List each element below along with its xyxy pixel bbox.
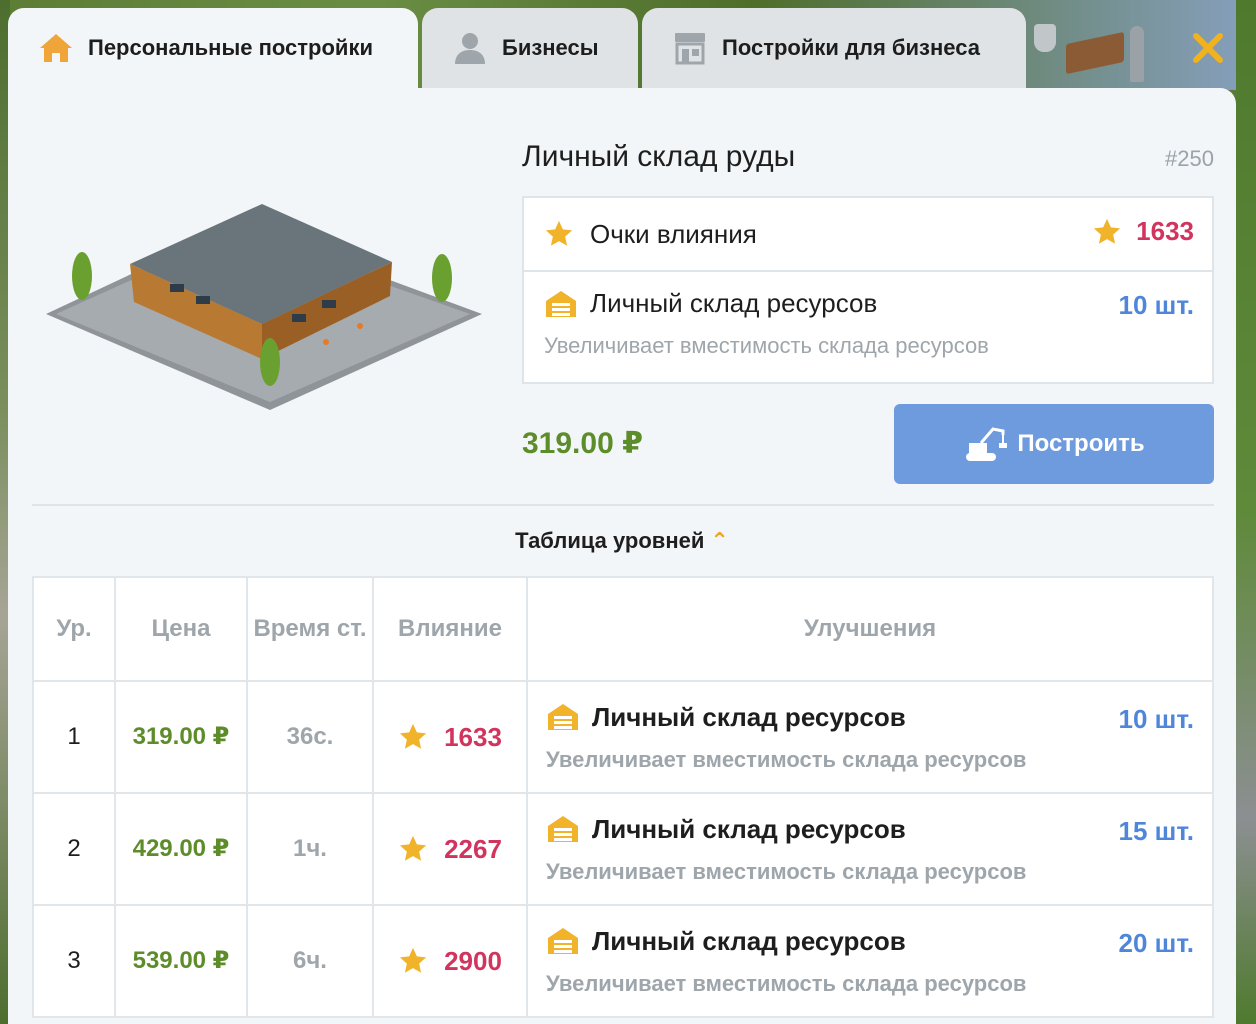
build-button[interactable]: Построить <box>894 404 1214 484</box>
row-time: 1ч. <box>246 792 374 906</box>
table-header-row: Ур. Цена Время ст. Влияние Улучшения <box>32 576 1214 682</box>
row-level: 1 <box>32 680 116 794</box>
tab-business-buildings[interactable]: Постройки для бизнеса <box>642 8 1026 88</box>
upgrade-desc: Увеличивает вместимость склада ресурсов <box>546 746 1027 772</box>
close-icon <box>1193 33 1223 63</box>
warehouse-icon <box>548 816 578 842</box>
influence-row: Очки влияния 1633 <box>524 198 1212 272</box>
influence-label: Очки влияния <box>590 218 757 249</box>
close-button[interactable] <box>1188 28 1228 68</box>
person-icon <box>452 30 488 66</box>
tab-label: Бизнесы <box>502 35 599 60</box>
building-info-box: Очки влияния 1633 Личный склад ресурсов … <box>522 196 1214 384</box>
upgrade-qty: 15 шт. <box>1118 816 1195 846</box>
levels-toggle-label: Таблица уровней <box>515 528 705 553</box>
row-price: 539.00 ₽ <box>114 904 248 1018</box>
divider <box>32 504 1214 506</box>
row-level: 2 <box>32 792 116 906</box>
store-icon <box>672 30 708 66</box>
tab-personal-buildings[interactable]: Персональные постройки <box>8 8 418 88</box>
build-button-label: Построить <box>1017 430 1145 457</box>
star-icon <box>399 947 427 973</box>
influence-value: 1633 <box>444 721 502 752</box>
warehouse-icon <box>548 704 578 730</box>
crane-icon <box>966 427 1008 461</box>
storage-desc: Увеличивает вместимость склада ресурсов <box>544 333 989 358</box>
storage-label: Личный склад ресурсов <box>590 288 878 318</box>
storage-row: Личный склад ресурсов 10 шт. Увеличивает… <box>524 272 1212 375</box>
upgrade-name: Личный склад ресурсов <box>592 701 906 732</box>
row-influence: 2900 <box>372 904 528 1018</box>
row-influence: 2267 <box>372 792 528 906</box>
upgrade-name: Личный склад ресурсов <box>592 925 906 956</box>
header-influence: Влияние <box>372 576 528 682</box>
storage-qty: 10 шт. <box>1118 290 1195 320</box>
building-price: 319.00 ₽ <box>522 427 643 460</box>
influence-value: 1633 <box>1136 216 1194 246</box>
star-icon <box>545 220 573 246</box>
warehouse-icon <box>548 928 578 954</box>
row-time: 36с. <box>246 680 374 794</box>
influence-value-group: 1633 <box>1092 216 1194 247</box>
influence-value: 2900 <box>444 945 502 976</box>
influence-value: 2267 <box>444 833 502 864</box>
header-price: Цена <box>114 576 248 682</box>
building-title: Личный склад руды <box>522 140 796 173</box>
row-influence: 1633 <box>372 680 528 794</box>
urn-decoration <box>1034 24 1056 52</box>
header-time: Время ст. <box>246 576 374 682</box>
tab-label: Персональные постройки <box>88 35 373 60</box>
table-row: 3 539.00 ₽ 6ч. 2900 Личный склад ресурсо… <box>32 904 1214 1018</box>
upgrade-name: Личный склад ресурсов <box>592 813 906 844</box>
upgrade-desc: Увеличивает вместимость склада ресурсов <box>546 858 1027 884</box>
lamp-decoration <box>1130 26 1144 82</box>
upgrade-qty: 20 шт. <box>1118 928 1195 958</box>
row-level: 3 <box>32 904 116 1018</box>
row-price: 429.00 ₽ <box>114 792 248 906</box>
levels-table: Ур. Цена Время ст. Влияние Улучшения 1 3… <box>32 576 1214 1018</box>
upgrade-desc: Увеличивает вместимость склада ресурсов <box>546 970 1027 996</box>
table-row: 1 319.00 ₽ 36с. 1633 Личный склад ресурс… <box>32 680 1214 794</box>
table-row: 2 429.00 ₽ 1ч. 2267 Личный склад ресурсо… <box>32 792 1214 906</box>
warehouse-icon <box>546 290 576 317</box>
game-background-right <box>1236 0 1256 1024</box>
row-upgrade: Личный склад ресурсов 10 шт. Увеличивает… <box>526 680 1214 794</box>
building-image <box>46 204 482 410</box>
row-upgrade: Личный склад ресурсов 15 шт. Увеличивает… <box>526 792 1214 906</box>
tab-label: Постройки для бизнеса <box>722 35 980 60</box>
row-upgrade: Личный склад ресурсов 20 шт. Увеличивает… <box>526 904 1214 1018</box>
tab-businesses[interactable]: Бизнесы <box>422 8 638 88</box>
building-id: #250 <box>1165 146 1214 171</box>
row-time: 6ч. <box>246 904 374 1018</box>
star-icon <box>399 723 427 749</box>
row-price: 319.00 ₽ <box>114 680 248 794</box>
tab-bar: Персональные постройки Бизнесы Постройки… <box>8 8 1030 88</box>
header-upgrades: Улучшения <box>526 576 1214 682</box>
building-panel: Личный склад руды #250 Очки влияния 1633 <box>8 88 1236 1024</box>
star-icon <box>399 835 427 861</box>
star-icon <box>1094 218 1121 244</box>
home-icon <box>38 30 74 66</box>
upgrade-qty: 10 шт. <box>1118 704 1195 734</box>
chevron-up-icon: ⌃ <box>710 528 729 553</box>
levels-table-toggle[interactable]: Таблица уровней ⌃ <box>8 528 1236 554</box>
header-level: Ур. <box>32 576 116 682</box>
